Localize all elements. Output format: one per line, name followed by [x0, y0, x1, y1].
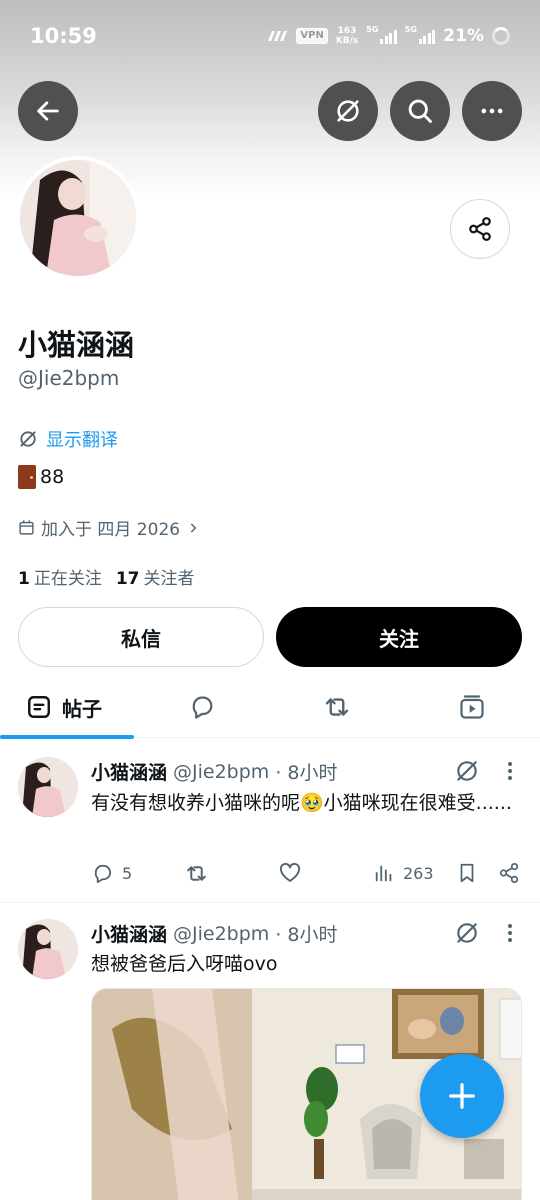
status-icons: VPN 163 KB/s 5G 5G 21%	[266, 25, 510, 46]
tweet-text: 有没有想收养小猫咪的呢🥹小猫咪现在很难受......	[91, 792, 512, 814]
tab-posts[interactable]: 帖子	[26, 676, 102, 738]
signal-type-label: 5G	[366, 25, 379, 34]
bookmark-icon	[460, 863, 474, 883]
grok-button[interactable]	[318, 81, 378, 141]
tab-reposts[interactable]	[322, 676, 352, 738]
signal-type-label: 5G	[404, 25, 417, 34]
joined-label: 加入于 四月 2026	[41, 520, 181, 540]
repost-icon	[187, 865, 206, 881]
avatar-image	[20, 160, 136, 276]
search-button[interactable]	[390, 81, 450, 141]
network-logo-icon	[268, 31, 288, 41]
tweet-header: 小猫涵涵 @Jie2bpm · 8小时	[91, 920, 337, 947]
translate-bio-link[interactable]: 显示翻译	[18, 426, 118, 452]
message-button[interactable]: 私信	[18, 607, 264, 667]
tweet-author-name[interactable]: 小猫涵涵	[91, 758, 167, 785]
grok-icon	[337, 100, 359, 122]
status-time: 10:59	[30, 24, 97, 48]
share-profile-button[interactable]	[450, 199, 510, 259]
calendar-icon	[19, 520, 34, 535]
tweet-timestamp: · 8小时	[275, 762, 338, 784]
tab-media[interactable]	[458, 676, 486, 738]
heart-icon	[279, 862, 301, 882]
followers-count: 17	[115, 569, 140, 589]
more-vertical-icon	[508, 762, 512, 780]
tweet-more-button[interactable]	[500, 758, 520, 784]
following-count: 1	[18, 569, 30, 589]
back-button[interactable]	[18, 81, 78, 141]
view-count: 263	[403, 863, 434, 883]
follow-stats: 1 正在关注 17 关注者	[18, 564, 195, 589]
profile-tabs: 帖子	[0, 676, 540, 739]
repost-button[interactable]	[184, 858, 209, 888]
avatar-image	[18, 757, 78, 817]
followers-label: 关注者	[143, 569, 195, 589]
profile-bio: 88	[18, 465, 64, 489]
following-label: 正在关注	[33, 569, 102, 589]
tweet-more-button[interactable]	[500, 920, 520, 946]
tweet-timestamp: · 8小时	[275, 924, 338, 946]
reply-count: 5	[122, 863, 133, 883]
battery-icon	[492, 27, 510, 45]
profile-handle: @Jie2bpm	[18, 366, 120, 390]
reply-icon	[94, 864, 112, 883]
speed-unit: KB/s	[335, 36, 359, 46]
reply-button[interactable]: 5	[91, 858, 132, 888]
tweet-author-handle: @Jie2bpm	[173, 922, 270, 945]
bookmark-button[interactable]	[456, 858, 478, 888]
share-icon	[469, 217, 491, 241]
chevron-right-icon	[190, 522, 197, 533]
joined-date[interactable]: 加入于 四月 2026	[18, 515, 200, 540]
vpn-badge: VPN	[296, 28, 328, 44]
views-chart-icon	[375, 865, 392, 882]
like-button[interactable]	[278, 858, 302, 888]
avatar-image	[18, 919, 78, 979]
follow-button[interactable]: 关注	[276, 607, 522, 667]
views-button[interactable]: 263	[373, 858, 434, 888]
tab-replies[interactable]	[188, 676, 216, 738]
grok-icon	[20, 431, 36, 447]
tweet-author-name[interactable]: 小猫涵涵	[91, 920, 167, 947]
grok-icon[interactable]	[454, 920, 480, 946]
more-options-button[interactable]	[462, 81, 522, 141]
profile-display-name: 小猫涵涵	[18, 328, 135, 362]
profile-avatar[interactable]	[16, 156, 140, 280]
share-icon	[499, 862, 519, 884]
battery-percentage: 21%	[443, 26, 484, 46]
tweet-text: 想被爸爸后入呀喵ovo	[91, 953, 278, 975]
tab-posts-label: 帖子	[62, 696, 102, 721]
translate-label: 显示翻译	[46, 430, 118, 451]
signal-icon: 5G	[404, 25, 436, 44]
media-icon	[460, 695, 484, 719]
more-horizontal-icon	[481, 108, 503, 114]
door-emoji-icon	[18, 465, 36, 489]
network-speed: 163 KB/s	[336, 26, 358, 46]
search-icon	[408, 99, 432, 123]
tweet[interactable]: 小猫涵涵 @Jie2bpm · 8小时 有没有想收养小猫咪的呢🥹小猫咪现在很难受…	[0, 739, 540, 903]
following-link[interactable]: 1 正在关注	[18, 564, 102, 589]
signal-icon: 5G	[366, 25, 397, 44]
arrow-left-icon	[37, 101, 59, 121]
repost-icon	[325, 698, 349, 716]
grok-icon[interactable]	[454, 758, 480, 784]
tweet-actions: 5 263	[91, 858, 521, 888]
followers-link[interactable]: 17 关注者	[116, 564, 195, 589]
plus-icon	[449, 1083, 475, 1109]
bio-text: 88	[40, 466, 65, 488]
posts-icon	[28, 696, 50, 718]
reply-icon	[192, 696, 213, 719]
speed-value: 163	[337, 26, 357, 36]
tweet-avatar[interactable]	[18, 757, 78, 817]
status-bar: 10:59 VPN 163 KB/s 5G 5G 21%	[0, 0, 540, 72]
more-vertical-icon	[508, 924, 512, 942]
share-button[interactable]	[498, 858, 520, 888]
tweet-avatar[interactable]	[18, 919, 78, 979]
compose-tweet-button[interactable]	[420, 1054, 504, 1138]
tweet-author-handle: @Jie2bpm	[173, 760, 270, 783]
tweet-header: 小猫涵涵 @Jie2bpm · 8小时	[91, 758, 337, 785]
